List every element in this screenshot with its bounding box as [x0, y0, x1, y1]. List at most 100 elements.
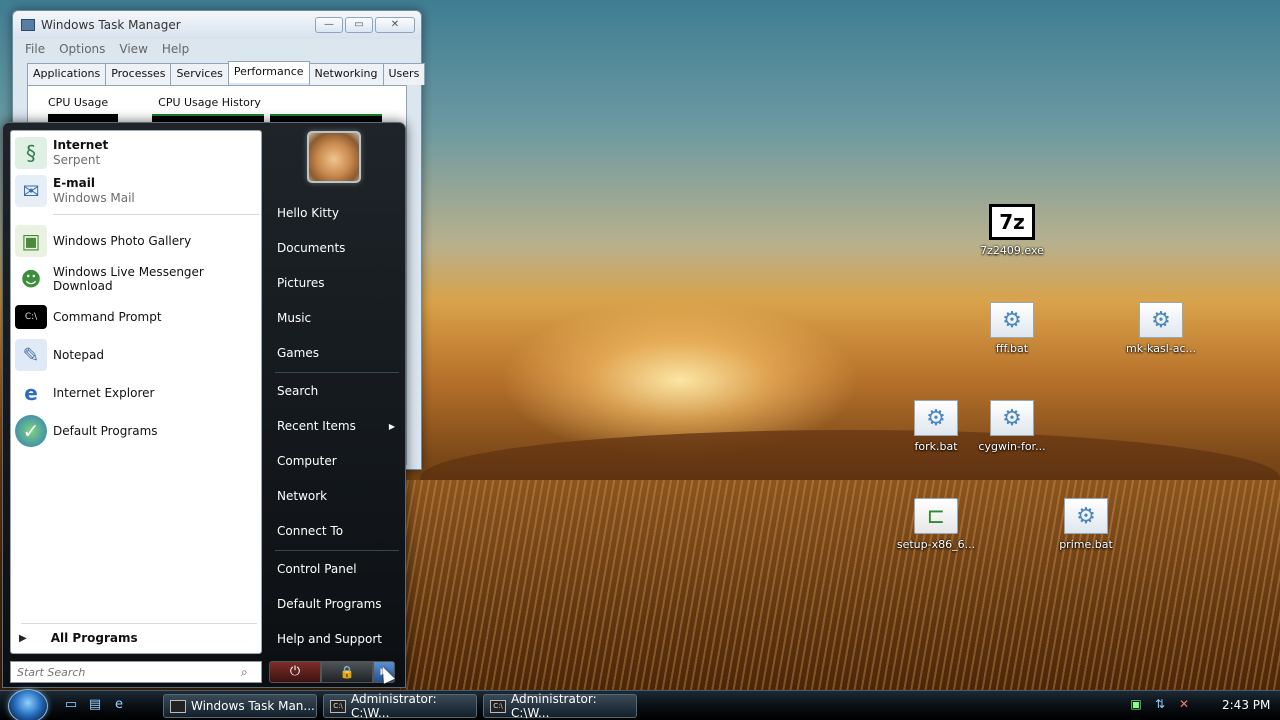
taskbar-cmd-2[interactable]: C:\ Administrator: C:\W... [483, 692, 637, 720]
desktop-icon-mk-kasl[interactable]: ⚙ mk-kasl-ac... [1120, 302, 1202, 355]
minimize-button[interactable]: — [315, 17, 343, 33]
start-search-input[interactable] [17, 665, 237, 679]
menu-bar: File Options View Help [13, 39, 421, 59]
right-item-network[interactable]: Network [269, 481, 403, 511]
menu-file[interactable]: File [25, 42, 45, 56]
messenger-icon: ☻ [20, 267, 42, 291]
taskbar: ▭ ▤ e Windows Task Man... C:\ Administra… [0, 689, 1280, 720]
item-label: Windows Photo Gallery [53, 234, 192, 248]
right-item-user[interactable]: Hello Kitty [269, 198, 403, 228]
task-manager-titlebar[interactable]: Windows Task Manager — ▭ ✕ [13, 11, 421, 39]
notepad-icon: ✎ [15, 339, 47, 371]
menu-view[interactable]: View [119, 42, 147, 56]
start-menu: § Internet Serpent ✉ E-mail Windows Mail… [2, 122, 406, 688]
serpent-icon: § [15, 137, 47, 169]
pinned-email[interactable]: ✉ E-mail Windows Mail [15, 173, 259, 209]
right-item-search[interactable]: Search [269, 376, 403, 406]
right-item-connect-to[interactable]: Connect To [269, 516, 403, 546]
item-label: Internet Explorer [53, 386, 155, 400]
item-sublabel: Windows Mail [53, 191, 135, 205]
desktop-icon-fork-bat[interactable]: ⚙ fork.bat [895, 400, 977, 453]
batch-file-icon: ⚙ [990, 302, 1034, 338]
window-title: Windows Task Manager [41, 18, 181, 32]
desktop-icon-setup[interactable]: ⊏ setup-x86_6... [895, 498, 977, 551]
close-button[interactable]: ✕ [375, 17, 415, 33]
taskbar-label: Administrator: C:\W... [511, 692, 597, 720]
user-avatar[interactable] [307, 131, 361, 183]
menu-help[interactable]: Help [162, 42, 189, 56]
tab-services[interactable]: Services [170, 63, 229, 85]
recent-command-prompt[interactable]: C:\ Command Prompt [15, 299, 259, 335]
recent-photo-gallery[interactable]: ▣ Windows Photo Gallery [15, 223, 259, 259]
power-icon[interactable]: ⏻ [269, 661, 321, 683]
7zip-icon: 7z [989, 204, 1035, 240]
show-desktop-icon[interactable]: ▭ [62, 696, 80, 714]
tab-processes[interactable]: Processes [105, 63, 172, 85]
right-item-games[interactable]: Games [269, 338, 403, 368]
right-item-music[interactable]: Music [269, 303, 403, 333]
cmd-icon: C:\ [15, 305, 47, 329]
desktop-icon-fff-bat[interactable]: ⚙ fff.bat [971, 302, 1053, 355]
menu-options[interactable]: Options [59, 42, 105, 56]
recent-messenger[interactable]: ☻ Windows Live Messenger Download [15, 261, 259, 297]
separator [21, 623, 257, 624]
volume-muted-icon[interactable]: ✕ [1176, 696, 1192, 712]
separator [275, 372, 399, 373]
recent-internet-explorer[interactable]: e Internet Explorer [15, 375, 259, 411]
desktop-icon-prime-bat[interactable]: ⚙ prime.bat [1045, 498, 1127, 551]
start-search-box[interactable]: ⌕ [10, 661, 262, 683]
tab-strip: Applications Processes Services Performa… [13, 61, 426, 85]
photo-gallery-icon: ▣ [15, 225, 47, 257]
item-label: E-mail [53, 176, 96, 190]
taskbar-label: Windows Task Man... [191, 699, 315, 713]
chevron-right-icon: ▶ [19, 632, 27, 644]
recent-default-programs[interactable]: ✓ Default Programs [15, 413, 259, 449]
setup-icon: ⊏ [914, 498, 958, 534]
safely-remove-icon[interactable]: ▣ [1128, 696, 1144, 712]
start-button[interactable] [8, 689, 48, 720]
item-sublabel: Serpent [53, 153, 101, 167]
right-item-default-programs[interactable]: Default Programs [269, 589, 403, 619]
recent-notepad[interactable]: ✎ Notepad [15, 337, 259, 373]
desktop-icon-cygwin[interactable]: ⚙ cygwin-for... [971, 400, 1053, 453]
recent-items-label: Recent Items [277, 419, 356, 433]
power-controls: ⏻ 🔒 ▶ [269, 661, 395, 683]
tab-users[interactable]: Users [382, 63, 426, 85]
search-icon[interactable]: ⌕ [241, 665, 248, 680]
network-icon[interactable]: ⇅ [1152, 696, 1168, 712]
tab-performance[interactable]: Performance [227, 61, 310, 83]
right-item-control-panel[interactable]: Control Panel [269, 554, 403, 584]
right-item-help-support[interactable]: Help and Support [269, 624, 403, 654]
desktop-icon-label: fff.bat [995, 342, 1029, 355]
right-item-recent-items[interactable]: Recent Items ▶ [269, 411, 403, 441]
item-label: Internet [53, 138, 109, 152]
cmd-icon: C:\ [330, 699, 346, 713]
default-programs-icon: ✓ [15, 415, 47, 447]
tab-applications[interactable]: Applications [27, 63, 107, 85]
desktop-icon-label: 7z2409.exe [980, 244, 1044, 257]
desktop-icon-label: setup-x86_6... [896, 538, 976, 551]
taskbar-task-manager[interactable]: Windows Task Man... [163, 694, 317, 718]
item-label: Windows Live Messenger Download [53, 265, 204, 293]
pinned-internet[interactable]: § Internet Serpent [15, 135, 259, 171]
lock-icon[interactable]: 🔒 [321, 661, 373, 683]
switch-windows-icon[interactable]: ▤ [86, 696, 104, 714]
ie-icon[interactable]: e [110, 696, 128, 714]
taskbar-cmd-1[interactable]: C:\ Administrator: C:\W... [323, 692, 477, 720]
batch-file-icon: ⚙ [1139, 302, 1183, 338]
right-item-documents[interactable]: Documents [269, 233, 403, 263]
clock[interactable]: 2:43 PM [1222, 698, 1270, 712]
background-grass [400, 480, 1280, 690]
system-tray: ▣ ⇅ ✕ [1128, 696, 1192, 712]
batch-file-icon: ⚙ [1064, 498, 1108, 534]
all-programs-button[interactable]: ▶ All Programs [19, 631, 138, 645]
task-manager-icon [21, 19, 35, 31]
right-item-pictures[interactable]: Pictures [269, 268, 403, 298]
chevron-right-icon: ▶ [388, 421, 395, 431]
maximize-button[interactable]: ▭ [345, 17, 373, 33]
desktop-icon-label: fork.bat [914, 440, 958, 453]
right-item-computer[interactable]: Computer [269, 446, 403, 476]
mail-icon: ✉ [15, 175, 47, 207]
desktop-icon-7zip[interactable]: 7z 7z2409.exe [971, 204, 1053, 257]
tab-networking[interactable]: Networking [308, 63, 384, 85]
